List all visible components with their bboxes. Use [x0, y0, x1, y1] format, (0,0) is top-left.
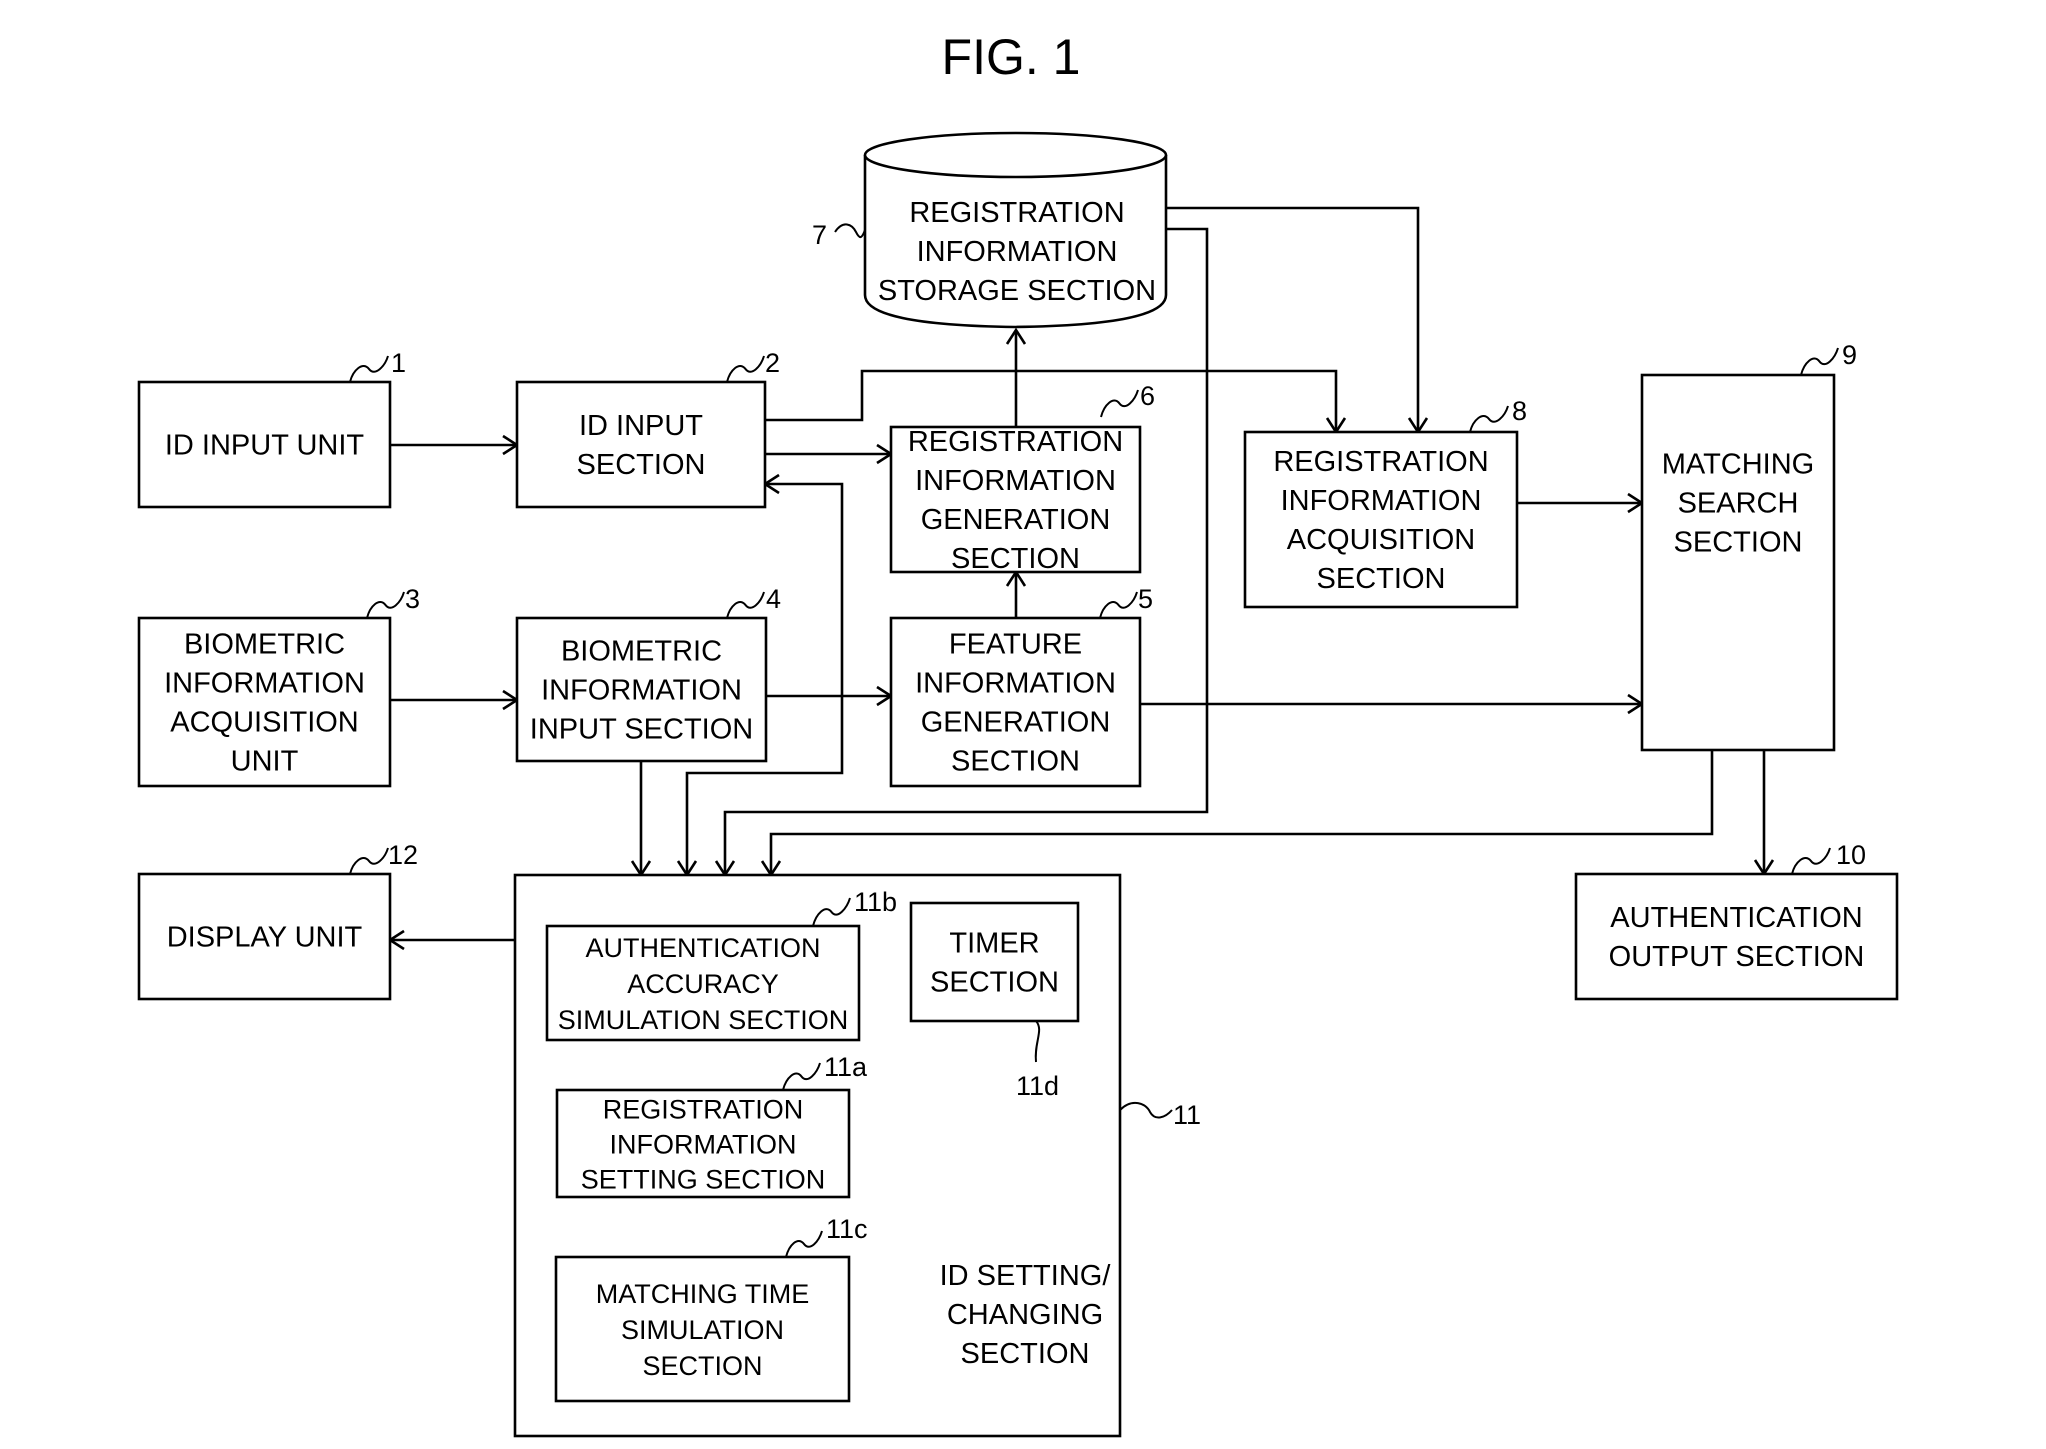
- reference-numeral: 3: [405, 584, 420, 614]
- block-label-line: ID INPUT: [579, 410, 703, 442]
- block-label-line: SECTION: [1317, 563, 1446, 595]
- block-label-line: UNIT: [231, 746, 299, 778]
- block-label-line: SECTION: [930, 967, 1059, 999]
- authentication-output-section: AUTHENTICATION OUTPUT SECTION: [1574, 872, 1899, 1001]
- block-label-line: MATCHING: [1662, 449, 1815, 481]
- block-label-line: GENERATION: [921, 504, 1111, 536]
- accuracy-simulation-section: AUTHENTICATION ACCURACY SIMULATION SECTION: [545, 924, 861, 1042]
- id-input-unit: ID INPUT UNIT: [137, 380, 392, 509]
- display-unit: DISPLAY UNIT: [137, 872, 392, 1001]
- block-label-line: INFORMATION: [917, 236, 1118, 268]
- leader-line: [1099, 591, 1138, 619]
- block-label-line: REGISTRATION: [909, 197, 1124, 229]
- block-label-line: SIMULATION SECTION: [558, 1005, 849, 1035]
- block-label-line: DISPLAY UNIT: [167, 922, 363, 954]
- reference-numeral: 11b: [854, 887, 897, 917]
- reference-numeral: 6: [1140, 381, 1155, 411]
- reference-numeral: 4: [766, 584, 781, 614]
- block-label-line: SECTION: [1674, 527, 1803, 559]
- block-frame: [1574, 872, 1899, 1001]
- reference-numeral: 7: [812, 220, 827, 250]
- leader-line: [1100, 389, 1139, 418]
- reference-numeral: 11d: [1016, 1071, 1059, 1101]
- block-frame: [909, 901, 1080, 1023]
- block-label-line: MATCHING TIME: [596, 1279, 810, 1309]
- storage-cylinder-top: [863, 131, 1168, 179]
- biometric-acquisition-unit: BIOMETRIC INFORMATION ACQUISITION UNIT: [137, 616, 392, 788]
- block-label-line: ACCURACY: [627, 969, 779, 999]
- reference-numeral: 10: [1836, 840, 1866, 870]
- reference-numeral: 11c: [826, 1214, 868, 1244]
- block-label-line: AUTHENTICATION: [586, 933, 821, 963]
- biometric-input-section: BIOMETRIC INFORMATION INPUT SECTION: [515, 616, 768, 763]
- reference-numeral: 1: [391, 348, 406, 378]
- reference-numeral: 12: [388, 840, 418, 870]
- id-input-section: ID INPUT SECTION: [515, 380, 767, 509]
- blocks: ID SETTING/CHANGING SECTION ID INPUT UNIT I…: [137, 373, 1899, 1438]
- block-label-line: AUTHENTICATION: [1610, 902, 1862, 934]
- block-label-line: ID SETTING/: [940, 1260, 1112, 1292]
- timer-section: TIMER SECTION: [909, 901, 1080, 1023]
- block-label-line: INPUT SECTION: [530, 714, 753, 746]
- leader-line: [726, 355, 765, 383]
- leader-line: [1791, 847, 1831, 875]
- block-label-line: TIMER: [949, 928, 1039, 960]
- block-frame: [515, 380, 767, 509]
- block-label-line: SECTION: [951, 746, 1080, 778]
- matching-time-simulation-section: MATCHING TIME SIMULATION SECTION: [554, 1255, 851, 1403]
- leader-line: [834, 223, 866, 238]
- feature-generation-section: FEATURE INFORMATION GENERATION SECTION: [889, 616, 1142, 788]
- block-label-line: INFORMATION: [541, 675, 742, 707]
- registration-generation-section: REGISTRATION INFORMATION GENERATION SECTION: [889, 425, 1142, 575]
- reference-numeral: 5: [1138, 584, 1153, 614]
- registration-storage-section: REGISTRATION INFORMATION STORAGE SECTION: [863, 131, 1168, 329]
- block-frame: [1640, 373, 1836, 752]
- block-label-line: OUTPUT SECTION: [1609, 941, 1865, 973]
- registration-acquisition-section: REGISTRATION INFORMATION ACQUISITION SECTIO…: [1243, 430, 1519, 609]
- block-label-line: ACQUISITION: [1287, 524, 1476, 556]
- block-label-line: SECTION: [642, 1351, 762, 1381]
- block-label-line: GENERATION: [921, 707, 1111, 739]
- block-label-line: REGISTRATION: [1273, 446, 1488, 478]
- block-label-line: BIOMETRIC: [561, 636, 722, 668]
- leader-line: [726, 591, 765, 619]
- reference-numeral: 2: [765, 348, 780, 378]
- reference-numeral: 9: [1842, 340, 1857, 370]
- block-diagram: FIG. 1 REGISTRATION INFORMATION STORAGE SE…: [137, 29, 1899, 1438]
- block-label-line: REGISTRATION: [603, 1095, 804, 1125]
- block-label-line: REGISTRATION: [908, 426, 1123, 458]
- block-label-line: SEARCH: [1678, 488, 1799, 520]
- figure-title: FIG. 1: [942, 29, 1081, 85]
- reference-numeral: 11a: [824, 1052, 868, 1082]
- block-label-line: CHANGING: [947, 1299, 1103, 1331]
- block-label-line: SETTING SECTION: [581, 1165, 826, 1195]
- leader-line: [366, 591, 405, 619]
- block-label-line: SECTION: [961, 1338, 1090, 1370]
- block-label-line: ACQUISITION: [170, 707, 359, 739]
- wire-2-to-8: [765, 369, 1338, 432]
- registration-setting-section: REGISTRATION INFORMATION SETTING SECTION: [555, 1088, 851, 1199]
- reference-numeral: 11: [1173, 1100, 1201, 1130]
- leader-line: [349, 355, 389, 383]
- block-label-line: STORAGE SECTION: [878, 275, 1156, 307]
- leader-line: [1469, 405, 1509, 433]
- block-label-line: SIMULATION: [621, 1315, 784, 1345]
- block-label-line: INFORMATION: [915, 668, 1116, 700]
- leader-line: [1800, 347, 1839, 376]
- reference-numeral: 8: [1512, 396, 1527, 426]
- block-label-line: ID INPUT UNIT: [165, 430, 365, 462]
- block-label-line: BIOMETRIC: [184, 629, 345, 661]
- block-label-line: INFORMATION: [610, 1130, 797, 1160]
- block-label-line: INFORMATION: [164, 668, 365, 700]
- leader-line: [1119, 1101, 1173, 1119]
- leader-line: [349, 847, 389, 875]
- block-label-line: INFORMATION: [1281, 485, 1482, 517]
- block-label-line: FEATURE: [949, 629, 1082, 661]
- matching-search-section: MATCHING SEARCH SECTION: [1640, 373, 1836, 752]
- block-label-line: INFORMATION: [915, 465, 1116, 497]
- block-label-line: SECTION: [951, 543, 1080, 575]
- block-label-line: SECTION: [577, 449, 706, 481]
- wire-7-to-8: [1166, 206, 1420, 432]
